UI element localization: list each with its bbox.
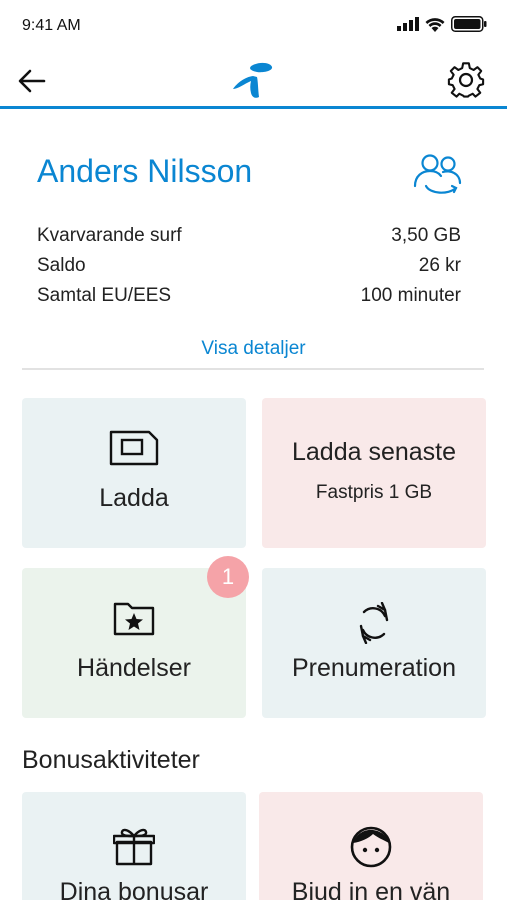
tile-title: Bjud in en vän xyxy=(291,878,451,900)
face-icon xyxy=(350,826,392,868)
gift-icon xyxy=(113,828,155,866)
info-label: Saldo xyxy=(37,255,86,276)
status-bar: 9:41 AM xyxy=(0,0,507,54)
users-switch-icon[interactable] xyxy=(410,150,466,196)
info-value: 100 minuter xyxy=(360,285,461,306)
tile-ladda-senaste[interactable]: Ladda senaste Fastpris 1 GB xyxy=(262,398,486,548)
tile-bjud-in[interactable]: Bjud in en vän xyxy=(259,792,483,900)
tile-title: Ladda xyxy=(99,484,169,512)
section-divider xyxy=(22,368,484,370)
tile-prenumeration[interactable]: Prenumeration xyxy=(262,568,486,718)
details-link[interactable]: Visa detaljer xyxy=(0,338,507,360)
tile-title: Dina bonusar xyxy=(59,878,209,900)
folder-star-icon xyxy=(113,602,155,636)
tile-ladda[interactable]: Ladda xyxy=(22,398,246,548)
tile-title: Händelser xyxy=(77,654,191,682)
arrow-left-icon[interactable] xyxy=(16,65,48,97)
notification-badge: 1 xyxy=(207,556,249,598)
telia-logo[interactable] xyxy=(231,59,277,101)
info-row-saldo: Saldo 26 kr xyxy=(37,255,461,285)
user-name: Anders Nilsson xyxy=(37,153,253,189)
status-time: 9:41 AM xyxy=(22,17,81,34)
info-label: Samtal EU/EES xyxy=(37,285,172,306)
tile-dina-bonusar[interactable]: Dina bonusar xyxy=(22,792,246,900)
battery-icon xyxy=(451,16,487,32)
tile-title: Ladda senaste xyxy=(291,438,457,466)
gear-icon[interactable] xyxy=(446,60,486,100)
signal-icon xyxy=(397,17,419,31)
sim-card-icon xyxy=(109,430,159,466)
tile-subtitle: Fastpris 1 GB xyxy=(315,482,433,503)
info-value: 26 kr xyxy=(418,255,461,276)
info-value: 3,50 GB xyxy=(391,225,461,246)
refresh-icon xyxy=(359,602,389,644)
navbar-divider xyxy=(0,106,507,109)
info-label: Kvarvarande surf xyxy=(37,225,182,246)
info-row-surf: Kvarvarande surf 3,50 GB xyxy=(37,225,461,255)
info-row-samtal: Samtal EU/EES 100 minuter xyxy=(37,285,461,315)
tile-title: Prenumeration xyxy=(292,654,456,682)
top-navbar xyxy=(0,54,507,108)
wifi-icon xyxy=(425,17,445,32)
bonus-section-title: Bonusaktiviteter xyxy=(22,746,200,774)
